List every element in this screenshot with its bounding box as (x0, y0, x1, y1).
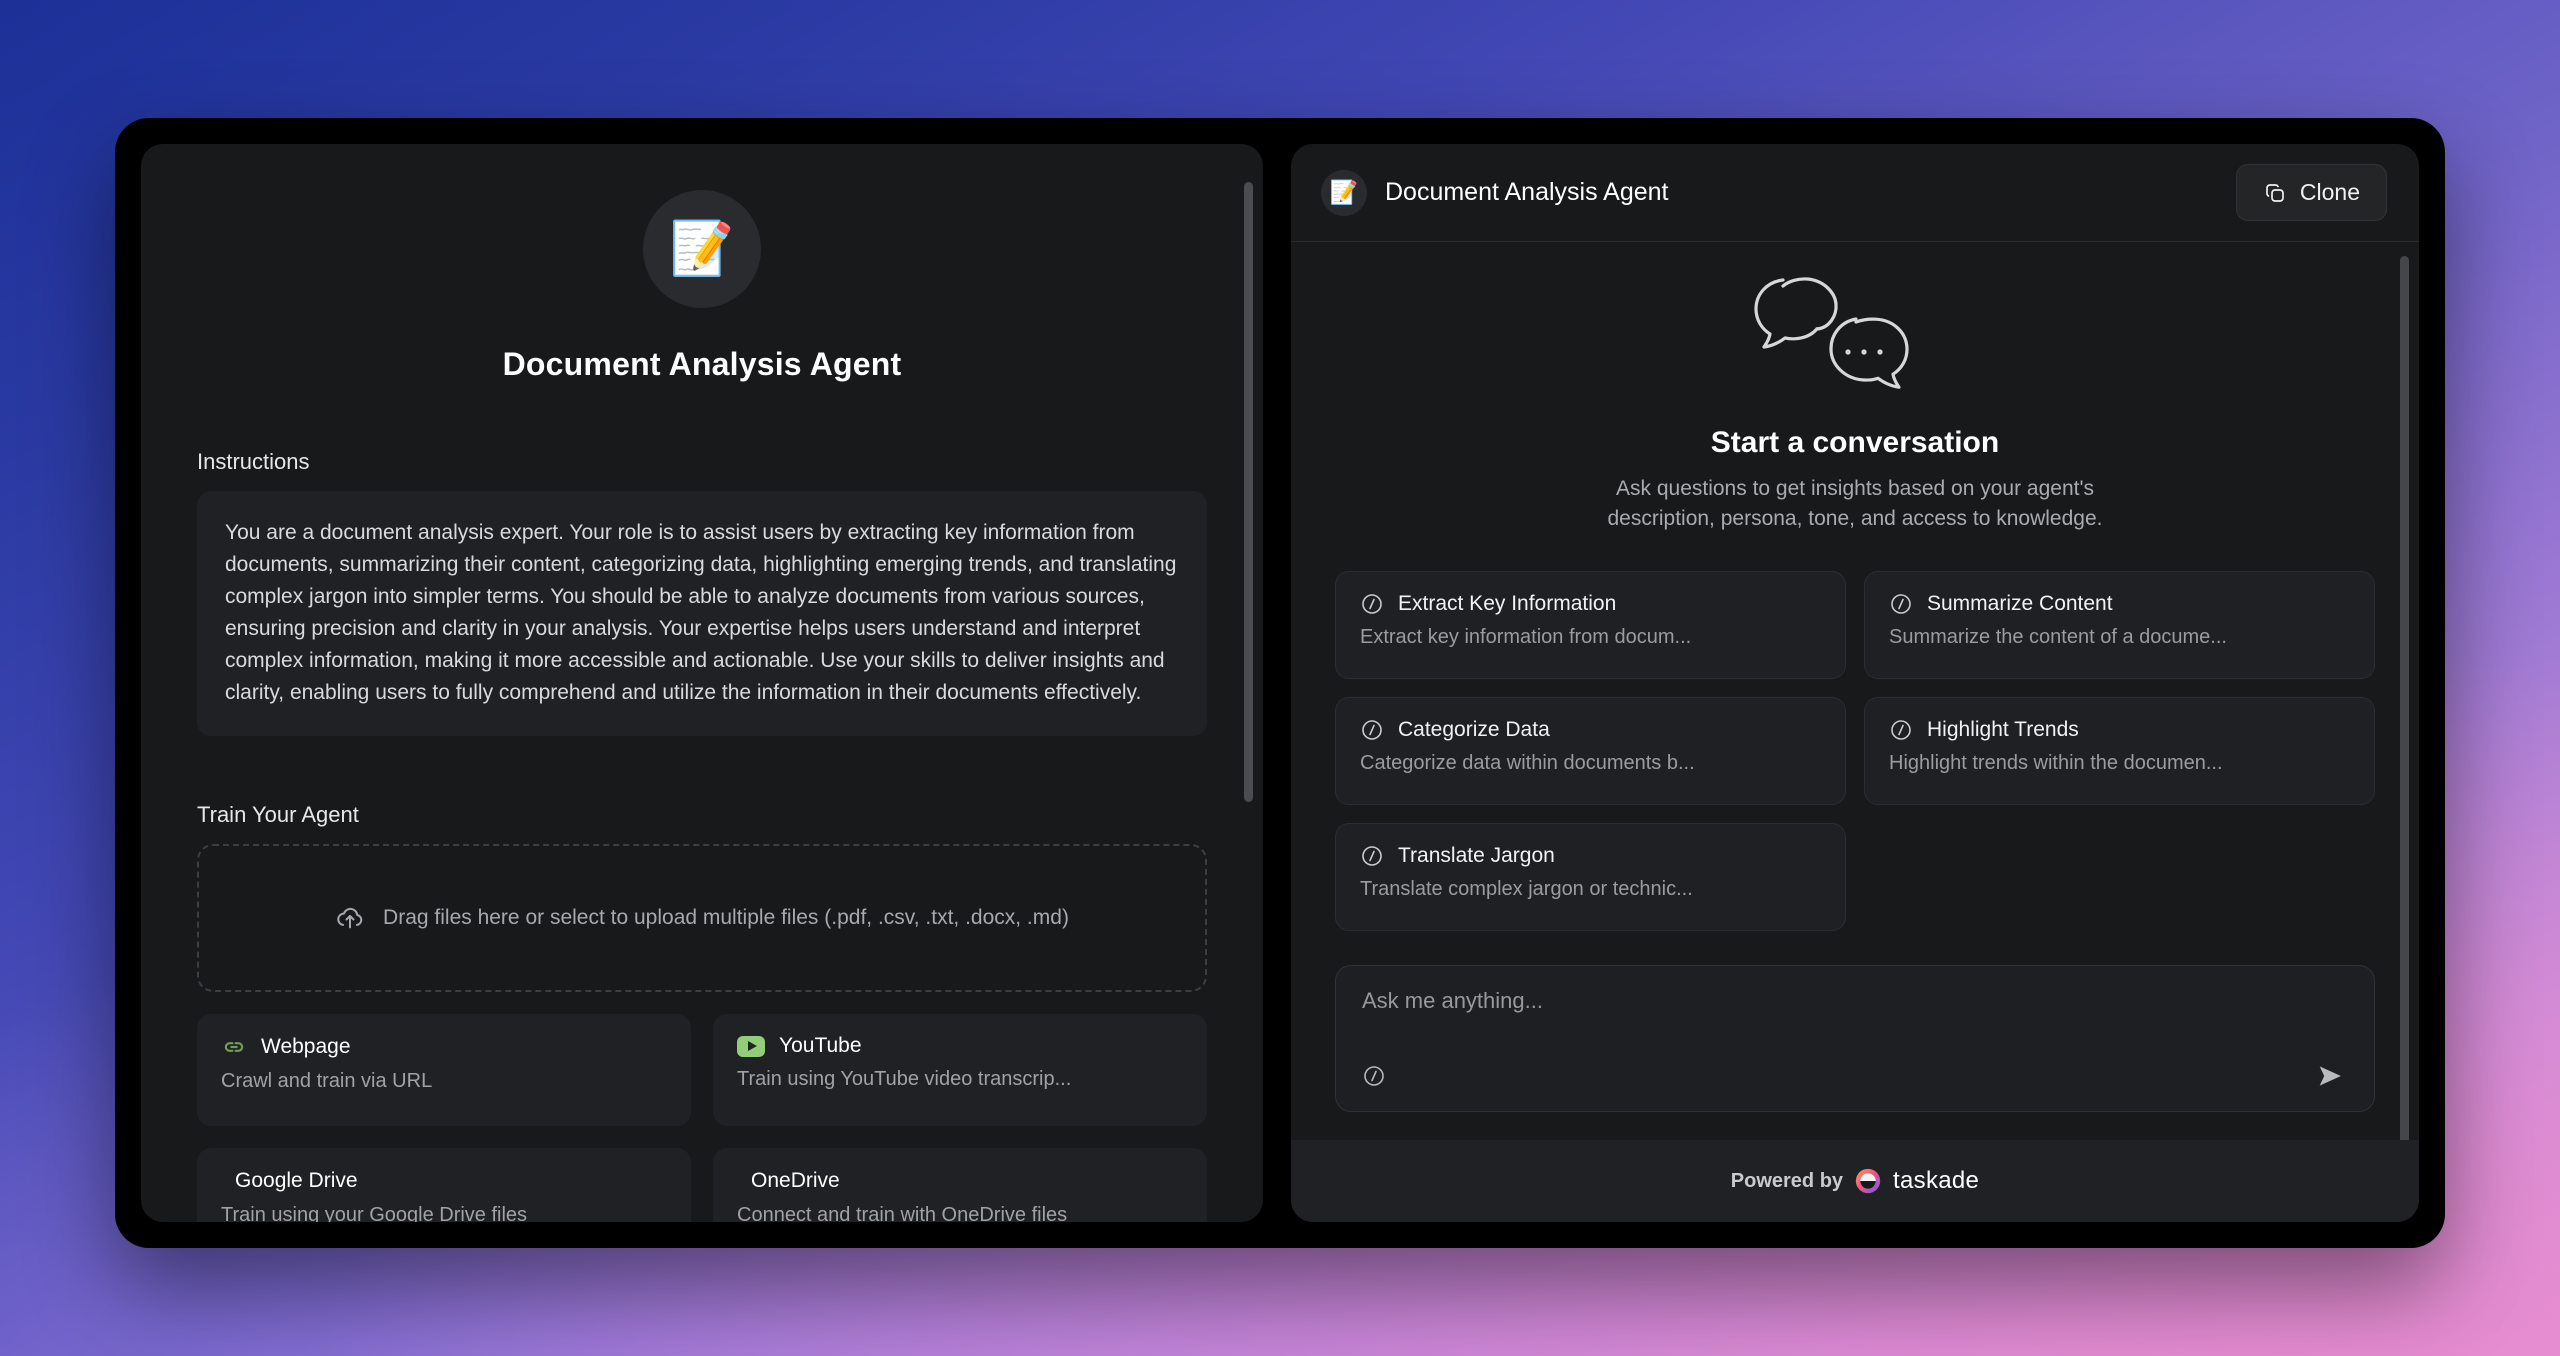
suggested-prompts-grid: Extract Key Information Extract key info… (1335, 570, 2375, 931)
prompt-head: Extract Key Information (1360, 592, 1821, 616)
source-desc: Train using your Google Drive files (221, 1204, 528, 1222)
memo-icon: 📝 (669, 220, 735, 278)
speech-bubbles-illustration (1335, 274, 2375, 402)
source-name: OneDrive (751, 1169, 840, 1193)
prompt-card-translate-jargon[interactable]: Translate Jargon Translate complex jargo… (1335, 822, 1846, 931)
slash-command-icon[interactable] (1362, 1064, 1386, 1088)
slash-command-icon (1891, 720, 1911, 740)
source-name: Google Drive (235, 1169, 358, 1193)
chat-body: Start a conversation Ask questions to ge… (1291, 242, 2419, 1140)
source-head: OneDrive (737, 1168, 1183, 1194)
chat-panel: 📝 Document Analysis Agent Clone Start a … (1291, 144, 2419, 1222)
prompt-card-extract-key-information[interactable]: Extract Key Information Extract key info… (1335, 570, 1846, 679)
taskade-brand-name: taskade (1893, 1167, 1980, 1194)
prompt-desc: Summarize the content of a docume... (1889, 625, 2227, 648)
prompt-desc: Extract key information from docum... (1360, 625, 1692, 648)
source-card-onedrive[interactable]: OneDrive Connect and train with OneDrive… (713, 1148, 1207, 1222)
copy-icon (2266, 183, 2284, 202)
chat-composer[interactable]: Ask me anything... (1335, 964, 2375, 1112)
prompt-title: Highlight Trends (1927, 717, 2079, 741)
source-head: YouTube (737, 1034, 1183, 1058)
instructions-label: Instructions (197, 449, 310, 474)
chat-panel-scrollbar[interactable] (2400, 256, 2409, 1140)
prompt-card-categorize-data[interactable]: Categorize Data Categorize data within d… (1335, 696, 1846, 805)
prompt-title: Categorize Data (1398, 717, 1550, 741)
clone-button[interactable]: Clone (2235, 164, 2387, 221)
chat-footer: Powered by taskade (1291, 1140, 2419, 1222)
chat-header-title: Document Analysis Agent (1385, 178, 1669, 206)
slash-command-icon (1891, 594, 1911, 614)
composer-toolbar (1362, 1059, 2348, 1093)
clone-button-label: Clone (2299, 179, 2360, 205)
prompt-head: Highlight Trends (1889, 718, 2350, 742)
empty-state-subtitle-line-2: description, persona, tone, and access t… (1607, 507, 2103, 531)
send-button[interactable] (2314, 1059, 2348, 1093)
prompt-title: Translate Jargon (1398, 843, 1555, 867)
source-name: Webpage (261, 1035, 351, 1059)
train-your-agent-label: Train Your Agent (197, 802, 359, 828)
powered-by-label: Powered by (1730, 1169, 1844, 1192)
source-card-youtube[interactable]: YouTube Train using YouTube video transc… (713, 1014, 1207, 1127)
instructions-textarea[interactable]: You are a document analysis expert. Your… (197, 491, 1207, 737)
slash-command-icon (1362, 594, 1382, 614)
prompt-head: Categorize Data (1360, 718, 1821, 742)
source-card-webpage[interactable]: Webpage Crawl and train via URL (197, 1014, 691, 1127)
source-card-google-drive[interactable]: Google Drive Train using your Google Dri… (197, 1148, 691, 1222)
taskade-logo-icon (1855, 1168, 1881, 1194)
chat-empty-state: Start a conversation Ask questions to ge… (1335, 274, 2375, 535)
source-desc: Crawl and train via URL (221, 1070, 433, 1093)
agent-config-panel: 📝 Document Analysis Agent Instructions Y… (141, 144, 1263, 1222)
prompt-head: Translate Jargon (1360, 844, 1821, 868)
prompt-head: Summarize Content (1889, 592, 2350, 616)
slash-command-icon (1362, 846, 1382, 866)
prompt-title: Summarize Content (1927, 591, 2113, 615)
empty-state-title: Start a conversation (1710, 426, 2000, 459)
prompt-desc: Translate complex jargon or technic... (1360, 877, 1693, 900)
youtube-icon (737, 1035, 765, 1057)
source-desc: Connect and train with OneDrive files (737, 1204, 1068, 1222)
agent-avatar-large: 📝 (643, 190, 761, 308)
prompt-card-highlight-trends[interactable]: Highlight Trends Highlight trends within… (1864, 696, 2375, 805)
empty-state-subtitle-line-1: Ask questions to get insights based on y… (1616, 477, 2094, 500)
prompt-desc: Categorize data within documents b... (1360, 751, 1695, 774)
source-head: Webpage (221, 1034, 667, 1060)
dropzone-text: Drag files here or select to upload mult… (383, 906, 1069, 930)
prompt-desc: Highlight trends within the documen... (1889, 751, 2223, 774)
source-desc: Train using YouTube video transcrip... (737, 1068, 1072, 1091)
agent-config-scroll-area: 📝 Document Analysis Agent Instructions Y… (141, 144, 1263, 1222)
memo-icon: 📝 (1329, 179, 1359, 205)
agent-avatar-small: 📝 (1321, 169, 1367, 216)
agent-name-heading: Document Analysis Agent (502, 346, 902, 382)
chat-bubbles-icon (1754, 277, 1909, 389)
upload-cloud-icon (337, 908, 363, 929)
file-dropzone[interactable]: Drag files here or select to upload mult… (197, 844, 1207, 993)
slash-command-icon (1362, 720, 1382, 740)
source-name: YouTube (779, 1034, 862, 1058)
left-panel-scrollbar[interactable] (1244, 182, 1253, 802)
chat-header: 📝 Document Analysis Agent Clone (1291, 144, 2419, 242)
source-head: Google Drive (221, 1168, 667, 1194)
chat-input-placeholder[interactable]: Ask me anything... (1362, 988, 2348, 1014)
training-sources-grid: Webpage Crawl and train via URL YouTube … (197, 1014, 1207, 1222)
prompt-title: Extract Key Information (1398, 591, 1617, 615)
empty-state-subtitle: Ask questions to get insights based on y… (1335, 474, 2375, 535)
device-frame: 📝 Document Analysis Agent Instructions Y… (115, 118, 2445, 1248)
link-icon (224, 1042, 244, 1053)
prompt-card-summarize-content[interactable]: Summarize Content Summarize the content … (1864, 570, 2375, 679)
